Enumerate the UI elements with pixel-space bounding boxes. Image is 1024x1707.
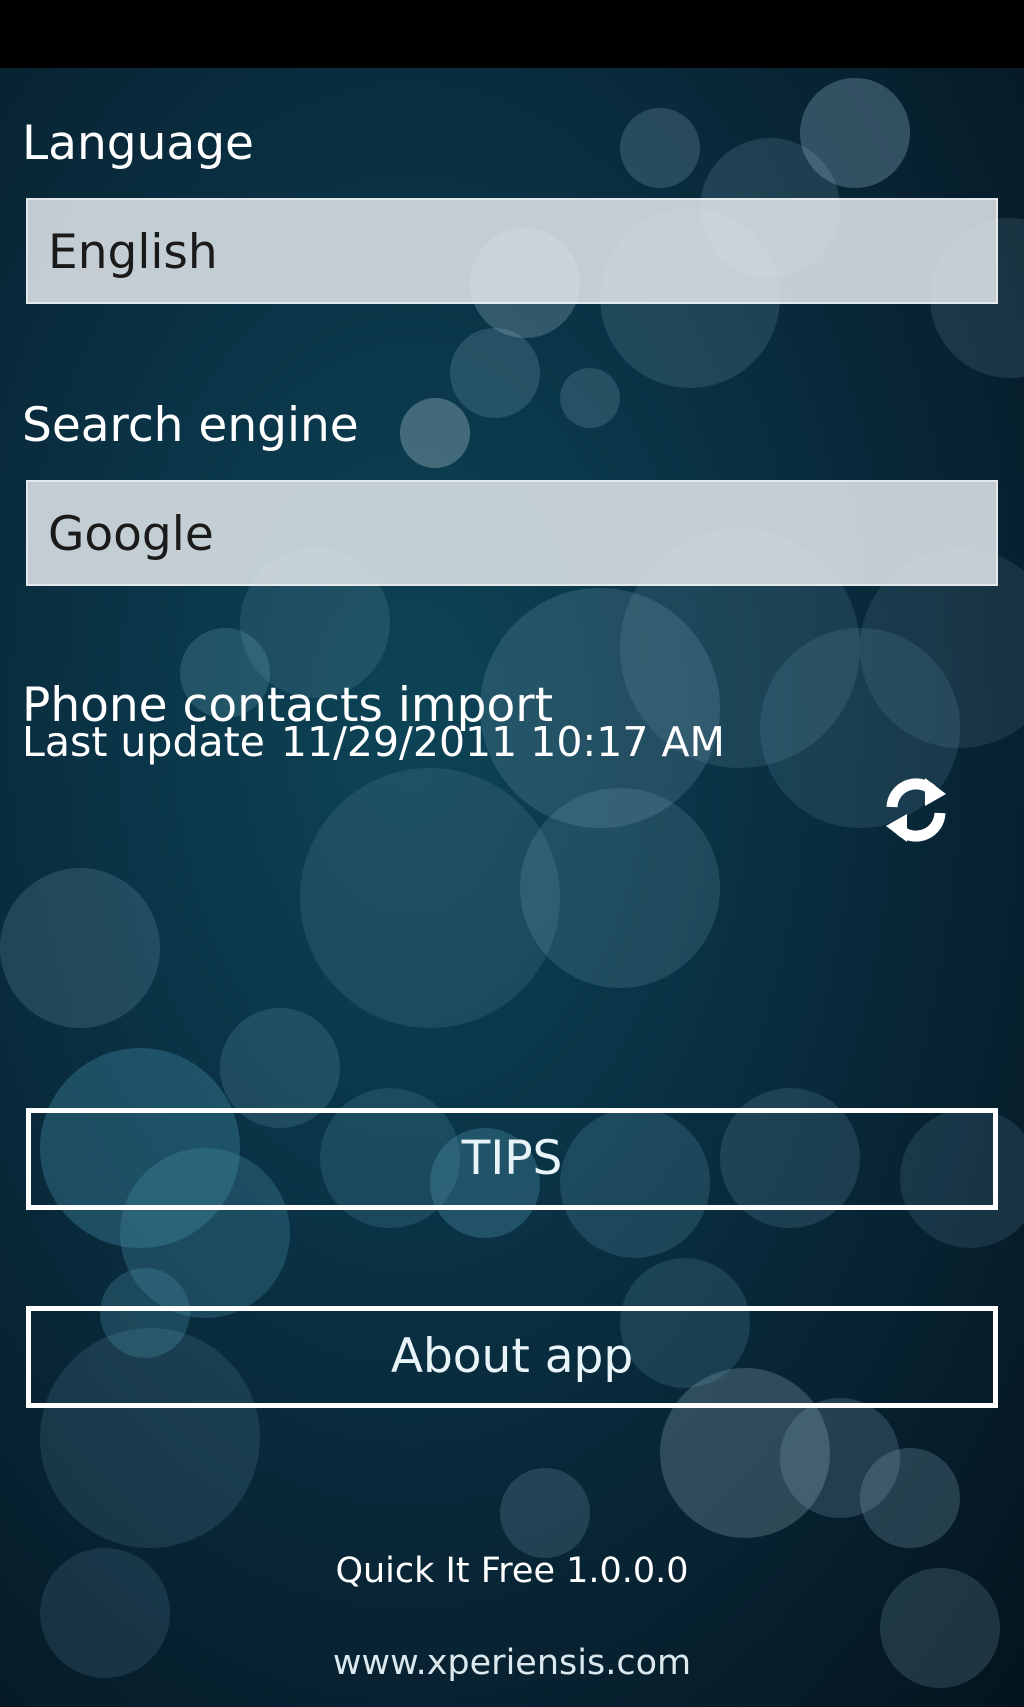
last-update-label: Last update: [22, 718, 265, 766]
language-label: Language: [22, 116, 254, 171]
search-engine-picker[interactable]: Google: [26, 480, 998, 586]
search-engine-label: Search engine: [22, 398, 359, 453]
tips-button[interactable]: TIPS: [26, 1108, 998, 1210]
last-update-value: 11/29/2011 10:17 AM: [280, 718, 725, 766]
language-picker[interactable]: English: [26, 198, 998, 304]
app-version: Quick It Free 1.0.0.0: [335, 1551, 689, 1591]
website-link[interactable]: www.xperiensis.com: [0, 1646, 1024, 1681]
settings-screen: Language English Search engine Google Ph…: [0, 68, 1024, 1707]
sync-icon[interactable]: [880, 774, 952, 846]
about-app-button[interactable]: About app: [26, 1306, 998, 1408]
status-bar: [0, 0, 1024, 68]
last-update-row: Last update 11/29/2011 10:17 AM: [22, 722, 725, 763]
